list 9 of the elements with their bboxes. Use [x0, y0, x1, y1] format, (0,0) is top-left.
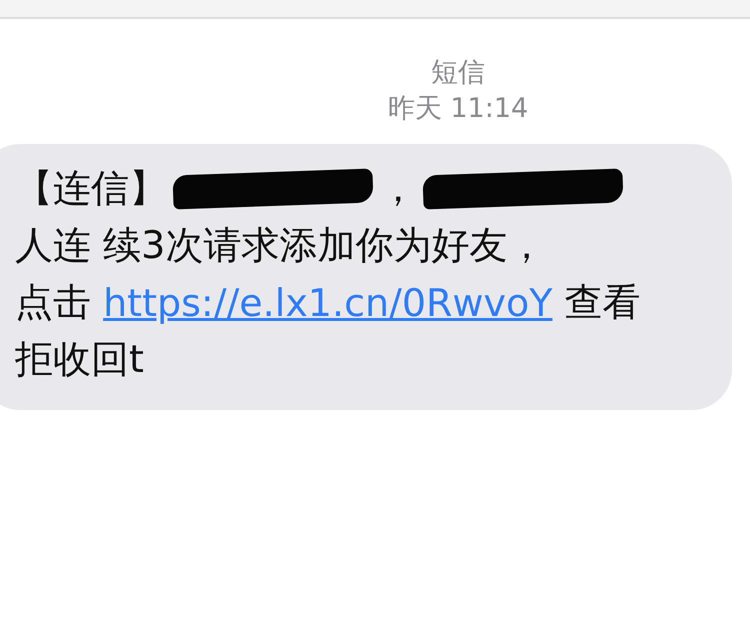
- message-text: 查看: [564, 279, 641, 326]
- message-link[interactable]: https://e.lx1.cn/0RwvoY: [103, 280, 552, 324]
- message-text: ，: [379, 165, 417, 212]
- message-text: 人连 续3次请求添加你为好友，: [15, 222, 546, 269]
- message-text: 拒收回t: [15, 336, 144, 383]
- message-text: 【连信】: [15, 165, 167, 212]
- message-timestamp: 昨天 11:14: [386, 92, 530, 126]
- sender-label: 短信: [430, 56, 486, 90]
- message-text: 点击: [15, 279, 92, 326]
